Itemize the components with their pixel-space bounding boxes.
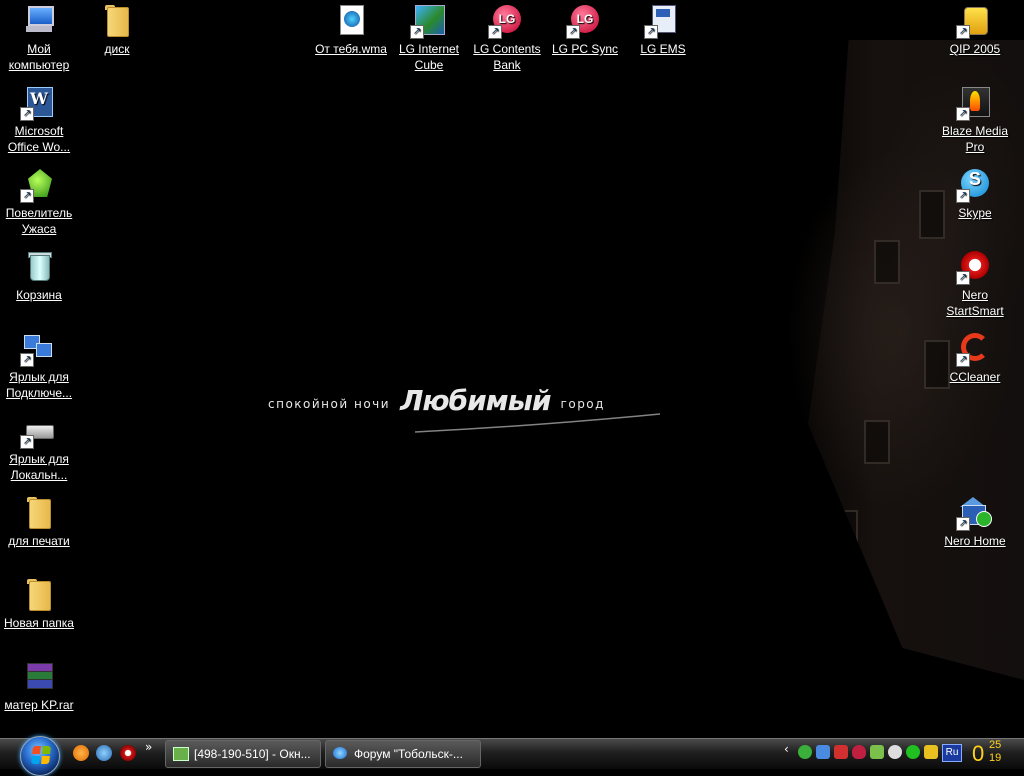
start-button[interactable] bbox=[20, 736, 60, 776]
desktop-icon-label: От тебя.wma bbox=[315, 42, 387, 56]
desktop-icon-lg-internet-cube[interactable]: ↗ LG Internet Cube bbox=[391, 3, 467, 73]
game-icon: ↗ bbox=[20, 167, 56, 203]
quicklaunch-network-icon[interactable] bbox=[96, 745, 112, 761]
clock-minutes-bottom[interactable]: 19 bbox=[989, 752, 1001, 764]
computer-icon bbox=[22, 3, 56, 37]
tray-volume-icon[interactable] bbox=[924, 745, 938, 759]
blaze-icon: ↗ bbox=[956, 85, 992, 121]
desktop-icon-label: CCleaner bbox=[949, 370, 1001, 384]
wallpaper-text-left: спокойной ночи bbox=[268, 397, 391, 411]
desktop-icon-shortcut-connect[interactable]: ↗ Ярлык для Подключе... bbox=[1, 331, 77, 401]
desktop-icon-povelitel[interactable]: ↗ Повелитель Ужаса bbox=[1, 167, 77, 237]
language-indicator[interactable]: Ru bbox=[942, 744, 962, 762]
desktop-icon-label: LG Contents Bank bbox=[473, 42, 541, 72]
desktop-icon-disk[interactable]: диск bbox=[79, 3, 155, 57]
desktop-icon-blaze[interactable]: ↗ Blaze Media Pro bbox=[937, 85, 1013, 155]
winrar-icon bbox=[22, 659, 56, 693]
desktop-icon-label: LG Internet Cube bbox=[398, 42, 460, 72]
folder-icon bbox=[100, 3, 134, 37]
qip-icon: ↗ bbox=[956, 3, 992, 39]
desktop-icon-label: для печати bbox=[8, 534, 70, 548]
taskbar-button-label: Форум "Тобольск-... bbox=[354, 747, 463, 761]
tray-kaspersky-icon[interactable] bbox=[834, 745, 848, 759]
desktop-icon-ot-tebya[interactable]: От тебя.wma bbox=[313, 3, 389, 57]
network-icon: ↗ bbox=[20, 331, 56, 367]
desktop-icon-recycle-bin[interactable]: Корзина bbox=[1, 249, 77, 303]
nero-icon: ↗ bbox=[956, 249, 992, 285]
lg-icon: ↗ bbox=[410, 3, 446, 39]
desktop-icon-label: Nero Home bbox=[944, 534, 1006, 548]
desktop-icon-label: Мой компьютер bbox=[8, 42, 70, 72]
desktop-icon-label: Blaze Media Pro bbox=[941, 124, 1009, 154]
taskbar-button-window-2[interactable]: Форум "Тобольск-... bbox=[325, 740, 481, 768]
desktop-icon-label: Ярлык для Подключе... bbox=[5, 370, 73, 400]
drive-icon: ↗ bbox=[20, 413, 56, 449]
tray-agent-icon[interactable] bbox=[798, 745, 812, 759]
desktop-icon-new-folder[interactable]: Новая папка bbox=[1, 577, 77, 631]
wallpaper-caption: спокойной ночи Любимый город bbox=[268, 385, 605, 415]
media-file-icon bbox=[334, 3, 368, 37]
clock-minutes-top[interactable]: 25 bbox=[989, 739, 1001, 751]
desktop-icon-mater-rar[interactable]: матер KP.rar bbox=[1, 659, 77, 713]
desktop-icon-label: Новая папка bbox=[4, 616, 74, 630]
desktop-icon-label: QIP 2005 bbox=[949, 42, 1001, 56]
desktop-icon-lg-pc-sync[interactable]: LG ↗ LG PC Sync bbox=[547, 3, 623, 57]
word-icon: W ↗ bbox=[20, 85, 56, 121]
taskbar-button-window-1[interactable]: [498-190-510] - Окн... bbox=[165, 740, 321, 768]
desktop-icon-label: Ярлык для Локальн... bbox=[9, 452, 69, 482]
tray-qip-icon[interactable] bbox=[870, 745, 884, 759]
desktop-icon-label: Корзина bbox=[16, 288, 62, 302]
clock-hour[interactable]: 0 bbox=[972, 740, 984, 768]
desktop-icon-label: диск bbox=[104, 42, 130, 56]
desktop-icon-nero-startsmart[interactable]: ↗ Nero StartSmart bbox=[937, 249, 1013, 319]
desktop-icon-label: Nero StartSmart bbox=[946, 288, 1004, 318]
desktop-icon-shortcut-local[interactable]: ↗ Ярлык для Локальн... bbox=[1, 413, 77, 483]
quicklaunch-nero-icon[interactable] bbox=[120, 745, 136, 761]
desktop-icon-qip[interactable]: ↗ QIP 2005 bbox=[937, 3, 1013, 57]
desktop-icon-ccleaner[interactable]: ↗ CCleaner bbox=[937, 331, 1013, 385]
tray-expand-button[interactable]: ‹ bbox=[784, 742, 789, 756]
tray-status-icon[interactable] bbox=[906, 745, 920, 759]
tray-shield-icon[interactable] bbox=[852, 745, 866, 759]
desktop-icon-label: Повелитель Ужаса bbox=[5, 206, 73, 236]
lg-icon: LG ↗ bbox=[566, 3, 602, 39]
desktop-icon-ms-office-word[interactable]: W ↗ Microsoft Office Wo... bbox=[1, 85, 77, 155]
desktop-icon-label: LG PC Sync bbox=[551, 42, 619, 56]
desktop-icon-label: LG EMS bbox=[640, 42, 686, 56]
desktop-icon-nero-home[interactable]: ↗ Nero Home bbox=[937, 495, 1013, 549]
window-icon bbox=[173, 747, 189, 761]
desktop-icon-my-computer[interactable]: Мой компьютер bbox=[1, 3, 77, 73]
taskbar-button-label: [498-190-510] - Окн... bbox=[194, 747, 311, 761]
ccleaner-icon: ↗ bbox=[956, 331, 992, 367]
quicklaunch-mail-icon[interactable] bbox=[73, 745, 89, 761]
lg-icon: LG ↗ bbox=[488, 3, 524, 39]
ie-icon bbox=[333, 747, 347, 759]
nero-home-icon: ↗ bbox=[956, 495, 992, 531]
tray-app-icon[interactable] bbox=[888, 745, 902, 759]
recycle-bin-icon bbox=[22, 249, 56, 283]
quicklaunch-more[interactable]: » bbox=[145, 740, 152, 754]
phone-icon: ↗ bbox=[644, 3, 680, 39]
desktop-icon-label: Skype bbox=[958, 206, 992, 220]
folder-icon bbox=[22, 577, 56, 611]
wallpaper-text-big: Любимый bbox=[400, 384, 551, 417]
desktop-icon-for-print[interactable]: для печати bbox=[1, 495, 77, 549]
desktop-icon-lg-ems[interactable]: ↗ LG EMS bbox=[625, 3, 701, 57]
skype-icon: S ↗ bbox=[956, 167, 992, 203]
desktop-icon-skype[interactable]: S ↗ Skype bbox=[937, 167, 1013, 221]
tray-network-icon[interactable] bbox=[816, 745, 830, 759]
folder-icon bbox=[22, 495, 56, 529]
desktop-icon-lg-contents-bank[interactable]: LG ↗ LG Contents Bank bbox=[469, 3, 545, 73]
desktop-icon-label: матер KP.rar bbox=[4, 698, 74, 712]
windows-logo-icon bbox=[31, 746, 51, 764]
wallpaper-swoosh bbox=[415, 413, 660, 433]
desktop[interactable]: спокойной ночи Любимый город Мой компьют… bbox=[0, 0, 1024, 738]
desktop-icon-label: Microsoft Office Wo... bbox=[7, 124, 71, 154]
